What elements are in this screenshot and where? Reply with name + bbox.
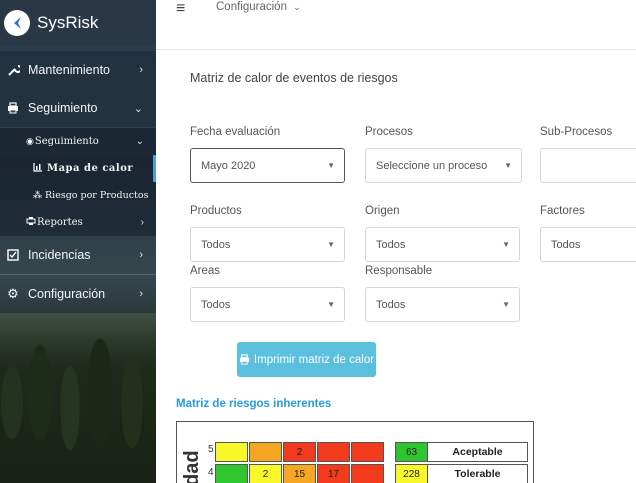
select-value: Todos [551, 238, 581, 251]
chevron-right-icon: › [140, 217, 144, 228]
chevron-down-icon: ⌄ [133, 102, 143, 115]
eye-icon: ◉ [26, 136, 34, 147]
sidebar-subitem-mapa-de-calor[interactable]: Mapa de calor [0, 155, 156, 182]
matrix-cell[interactable] [351, 464, 384, 483]
matrix-cell[interactable]: 15 [283, 464, 316, 483]
select-value: Todos [201, 238, 231, 251]
productos-label: Productos [190, 205, 242, 217]
matrix-cell[interactable] [249, 442, 282, 462]
sysrisk-logo-icon [4, 10, 30, 36]
checkbox-icon [6, 249, 20, 261]
sidebar-subitem-label: Reportes [37, 217, 83, 228]
sidebar-subitem-label: Seguimiento [34, 136, 99, 147]
productos-select[interactable]: Todos ▼ [190, 227, 345, 262]
hamburger-menu-icon[interactable]: ≡ [176, 0, 185, 18]
sidebar: SysRisk Mantenimiento › Seguimiento ⌄ ◉ … [0, 0, 156, 483]
printer-icon [239, 354, 250, 365]
sidebar-subitem-reportes[interactable]: Reportes › [0, 209, 156, 236]
brand-name: SysRisk [37, 13, 99, 32]
chevron-right-icon: › [139, 64, 143, 76]
procesos-select[interactable]: Seleccione un proceso ▼ [365, 148, 522, 183]
sidebar-subitem-label: Riesgo por Productos [45, 190, 149, 201]
print-button-label: Imprimir matriz de calor [253, 353, 375, 366]
matrix-cell[interactable]: 17 [317, 464, 350, 483]
breadcrumb-label: Configuración [216, 1, 287, 13]
legend-count: 228 [395, 464, 428, 483]
row-number: 5 [208, 444, 214, 455]
sitemap-icon: ⁂ [33, 190, 42, 201]
caret-down-icon: ▼ [502, 300, 510, 309]
sidebar-background-image [0, 283, 156, 483]
printer-icon [6, 102, 20, 114]
factores-label: Factores [540, 205, 585, 217]
select-value: Mayo 2020 [201, 159, 256, 172]
top-bar: ≡ Configuración ⌄ [156, 0, 636, 50]
page-title: Matriz de calor de eventos de riesgos [190, 71, 398, 85]
sidebar-item-label: Seguimiento [28, 101, 98, 115]
row-number: 4 [208, 467, 214, 478]
factores-select[interactable]: Todos [540, 227, 636, 262]
sidebar-item-seguimiento[interactable]: Seguimiento ⌄ [0, 89, 156, 127]
caret-down-icon: ▼ [502, 240, 510, 249]
subprocesos-select[interactable] [540, 148, 636, 183]
areas-label: Areas [190, 265, 221, 277]
matrix-cell[interactable] [215, 442, 248, 462]
select-value: Todos [201, 298, 231, 311]
legend-count: 63 [395, 442, 428, 462]
inherent-risk-matrix: dad 5 4 2 2 15 17 63 Aceptable 228 Toler… [176, 421, 534, 483]
chevron-down-icon: ⌄ [293, 2, 301, 12]
main-content: Matriz de calor de eventos de riesgos Fe… [176, 50, 636, 483]
matrix-cell[interactable] [317, 442, 350, 462]
fecha-evaluacion-label: Fecha evaluación [190, 126, 281, 138]
sidebar-subitem-seguimiento[interactable]: ◉ Seguimiento ⌄ [0, 128, 156, 155]
matrix-cell[interactable]: 2 [283, 442, 316, 462]
fecha-evaluacion-select[interactable]: Mayo 2020 ▼ [190, 148, 345, 183]
subprocesos-label: Sub-Procesos [540, 126, 613, 138]
caret-down-icon: ▼ [327, 300, 335, 309]
chevron-right-icon: › [139, 249, 143, 261]
sidebar-item-label: Incidencias [28, 248, 91, 262]
caret-down-icon: ▼ [327, 161, 335, 170]
select-value: Todos [376, 298, 406, 311]
brand[interactable]: SysRisk [0, 0, 156, 46]
chevron-right-icon: › [139, 288, 143, 300]
select-value: Seleccione un proceso [376, 159, 488, 172]
caret-down-icon: ▼ [327, 240, 335, 249]
wrench-icon [6, 64, 20, 77]
gears-icon: ⚙ [7, 286, 19, 301]
origen-label: Origen [365, 205, 400, 217]
sidebar-subitem-label: Mapa de calor [47, 163, 134, 174]
matrix-cell[interactable]: 2 [249, 464, 282, 483]
sidebar-item-label: Mantenimiento [28, 63, 110, 77]
sidebar-item-configuracion[interactable]: ⚙ Configuración › [0, 275, 156, 313]
caret-down-icon: ▼ [504, 161, 512, 170]
responsable-label: Responsable [365, 265, 433, 277]
print-icon [26, 216, 36, 229]
select-value: Todos [376, 238, 406, 251]
areas-select[interactable]: Todos ▼ [190, 287, 345, 322]
chevron-down-icon: ⌄ [135, 136, 144, 147]
origen-select[interactable]: Todos ▼ [365, 227, 520, 262]
responsable-select[interactable]: Todos ▼ [365, 287, 520, 322]
sidebar-item-label: Configuración [28, 287, 106, 301]
sidebar-item-mantenimiento[interactable]: Mantenimiento › [0, 51, 156, 89]
breadcrumb-configuracion[interactable]: Configuración ⌄ [216, 1, 301, 13]
legend-label: Tolerable [427, 464, 528, 483]
matrix-cell[interactable] [351, 442, 384, 462]
inherent-risk-matrix-title: Matriz de riesgos inherentes [176, 398, 332, 410]
procesos-label: Procesos [365, 126, 413, 138]
print-heat-matrix-button[interactable]: Imprimir matriz de calor [237, 342, 376, 377]
sidebar-item-incidencias[interactable]: Incidencias › [0, 236, 156, 274]
matrix-cell[interactable] [215, 464, 248, 483]
bar-chart-icon [33, 162, 43, 175]
sidebar-subitem-riesgo-por-productos[interactable]: ⁂ Riesgo por Productos [0, 182, 156, 209]
probability-axis-label: dad [181, 450, 203, 483]
legend-label: Aceptable [427, 442, 528, 462]
